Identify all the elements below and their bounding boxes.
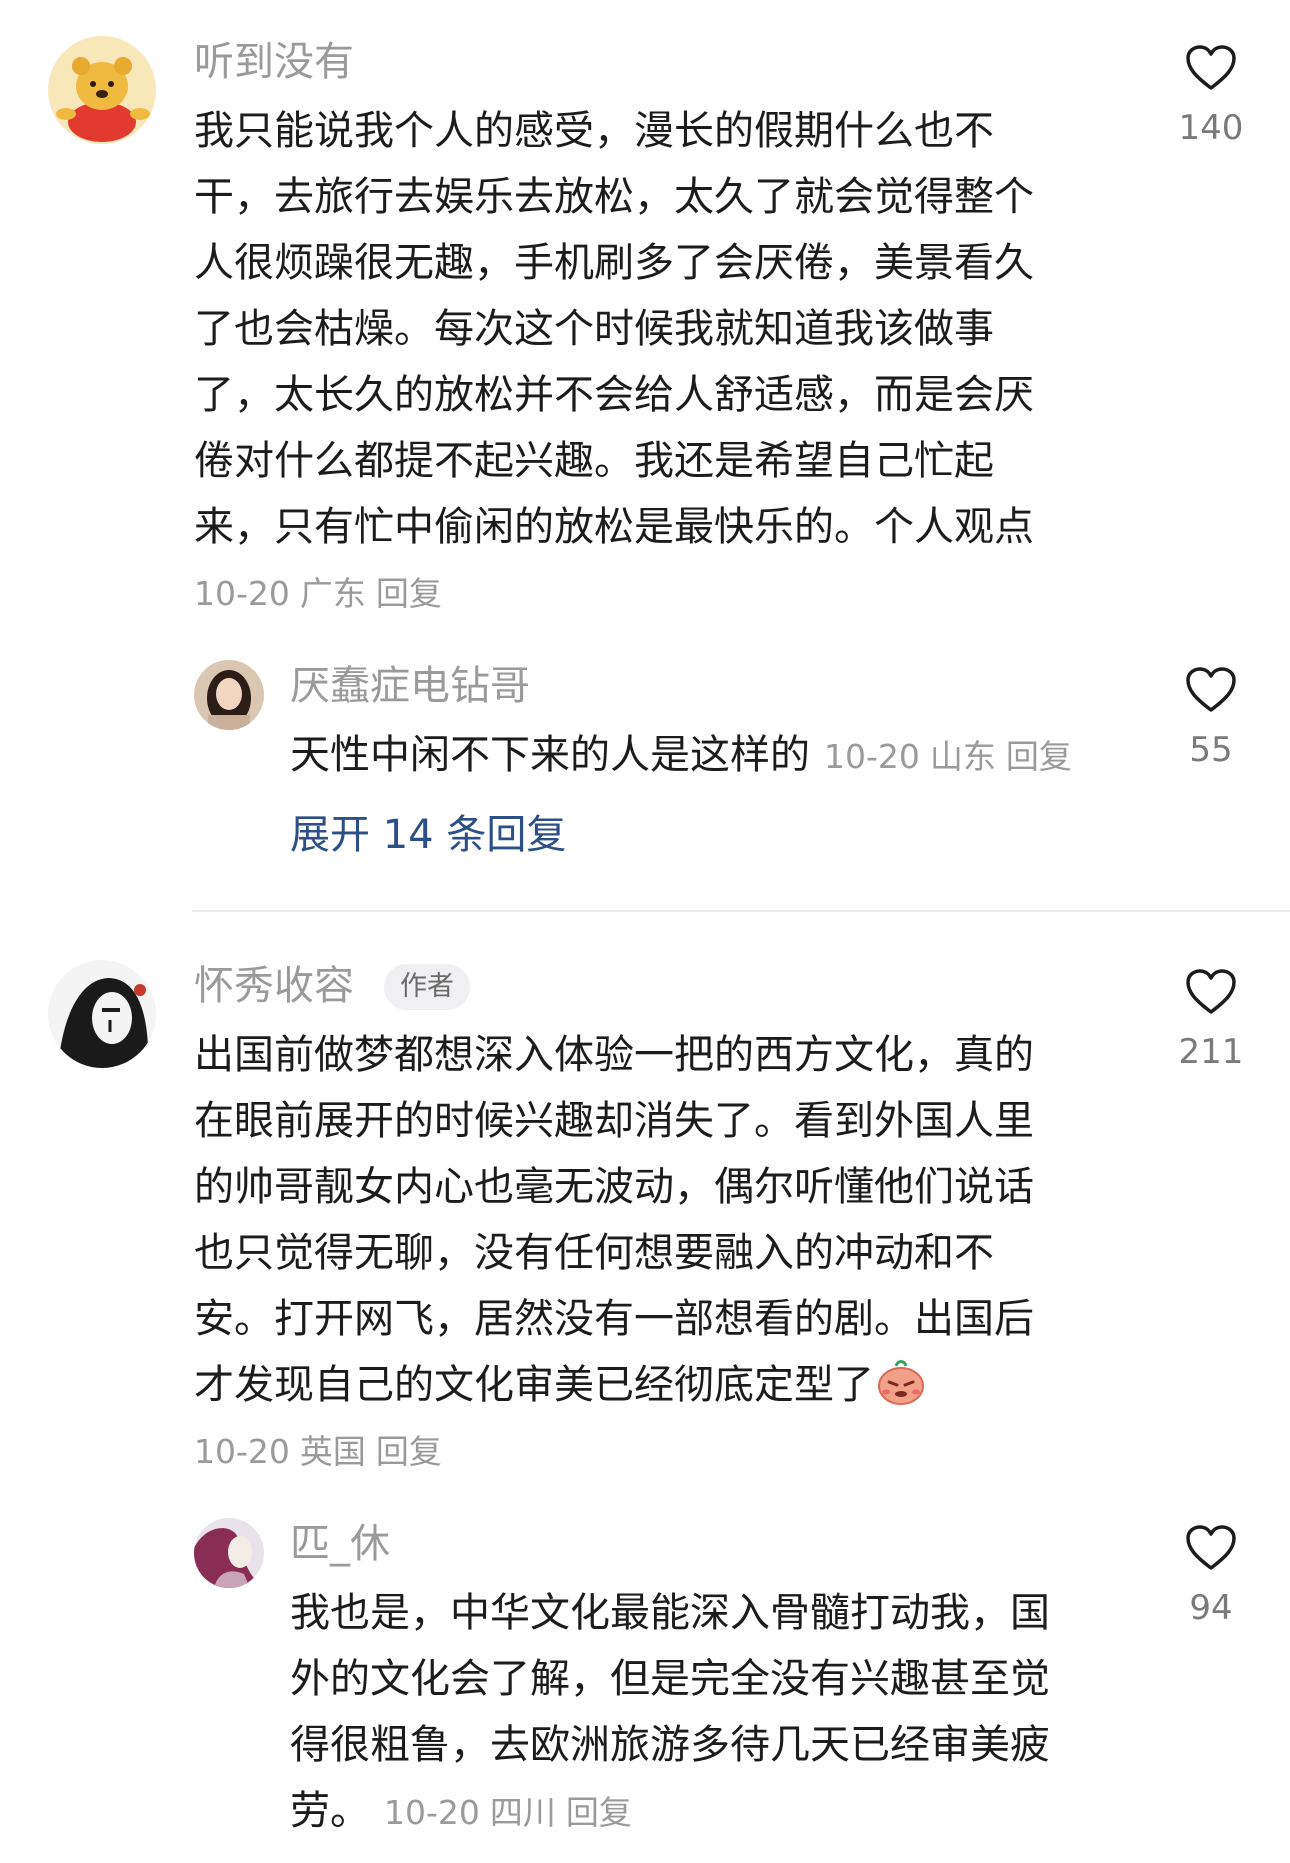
comment-text-line: 才发现自己的文化审美已经彻底定型了 bbox=[194, 1352, 1094, 1418]
comment-location: 广东 bbox=[299, 574, 366, 613]
comment-text-line: 出国前做梦都想深入体验一把的西方文化，真的 bbox=[194, 1032, 1034, 1078]
comment-username[interactable]: 怀秀收容 bbox=[194, 962, 354, 1010]
illustration-avatar bbox=[194, 1518, 264, 1588]
like-button[interactable]: 94 bbox=[1156, 1524, 1266, 1628]
like-count: 94 bbox=[1189, 1588, 1233, 1628]
reply-meta: 10-20 四川 回复 bbox=[384, 1793, 642, 1832]
reply-text: 天性中闲不下来的人是这样的 bbox=[290, 732, 810, 778]
comment-location: 英国 bbox=[299, 1432, 366, 1471]
avatar[interactable] bbox=[194, 1518, 264, 1588]
reply-text-line: 劳。 10-20 四川 回复 bbox=[290, 1778, 1150, 1846]
comment-text-line: 也只觉得无聊，没有任何想要融入的冲动和不 bbox=[194, 1230, 994, 1276]
comment-text-line: 在眼前展开的时候兴趣却消失了。看到外国人里 bbox=[194, 1098, 1034, 1144]
shy-face-emoji-icon bbox=[878, 1360, 924, 1405]
comment-meta: 10-20 广东 回复 bbox=[194, 572, 452, 616]
like-button[interactable]: 211 bbox=[1156, 968, 1266, 1072]
avatar[interactable] bbox=[48, 36, 156, 144]
author-badge: 作者 bbox=[384, 964, 470, 1010]
reply-date: 10-20 bbox=[824, 737, 920, 776]
like-button[interactable]: 55 bbox=[1156, 666, 1266, 770]
avatar[interactable] bbox=[194, 660, 264, 730]
comment-meta: 10-20 英国 回复 bbox=[194, 1430, 452, 1474]
comment-text-line: 安。打开网飞，居然没有一部想看的剧。出国后 bbox=[194, 1296, 1034, 1342]
reply-text-line: 得很粗鲁，去欧洲旅游多待几天已经审美疲 bbox=[290, 1722, 1050, 1768]
reply-button[interactable]: 回复 bbox=[566, 1793, 632, 1832]
winnie-the-pooh-avatar bbox=[48, 36, 156, 144]
reply-button[interactable]: 回复 bbox=[376, 1432, 442, 1471]
like-count: 211 bbox=[1178, 1032, 1244, 1072]
reply-text-line: 外的文化会了解，但是完全没有兴趣甚至觉 bbox=[290, 1656, 1050, 1702]
heart-icon bbox=[1186, 45, 1236, 90]
like-count: 55 bbox=[1189, 730, 1233, 770]
comment-text-line: 我只能说我个人的感受，漫长的假期什么也不 bbox=[194, 108, 994, 154]
expand-replies-link[interactable]: 展开 14 条回复 bbox=[290, 810, 566, 860]
heart-icon bbox=[1186, 667, 1236, 712]
comment-date: 10-20 bbox=[194, 1432, 290, 1471]
comment-text-line: 倦对什么都提不起兴趣。我还是希望自己忙起 bbox=[194, 438, 994, 484]
reply-button[interactable]: 回复 bbox=[1006, 737, 1072, 776]
comment-body: 我只能说我个人的感受，漫长的假期什么也不 干，去旅行去娱乐去放松，太久了就会觉得… bbox=[194, 98, 1094, 560]
comment-text-line: 干，去旅行去娱乐去放松，太久了就会觉得整个 bbox=[194, 174, 1034, 220]
sketch-portrait-avatar bbox=[48, 960, 156, 1068]
reply-meta: 10-20 山东 回复 bbox=[824, 737, 1082, 776]
comment-username[interactable]: 听到没有 bbox=[194, 38, 354, 86]
like-count: 140 bbox=[1178, 108, 1244, 148]
reply-username[interactable]: 匹_休 bbox=[290, 1520, 390, 1568]
reply-text-line: 我也是，中华文化最能深入骨髓打动我，国 bbox=[290, 1590, 1050, 1636]
divider bbox=[192, 910, 1290, 912]
reply-date: 10-20 bbox=[384, 1793, 480, 1832]
girl-photo-avatar bbox=[194, 660, 264, 730]
reply-body: 天性中闲不下来的人是这样的 10-20 山东 回复 bbox=[290, 722, 1150, 790]
comment-text-line: 了，太长久的放松并不会给人舒适感，而是会厌 bbox=[194, 372, 1034, 418]
comment-text-line: 的帅哥靓女内心也毫无波动，偶尔听懂他们说话 bbox=[194, 1164, 1034, 1210]
reply-text-fragment: 劳。 bbox=[290, 1788, 370, 1834]
heart-icon bbox=[1186, 969, 1236, 1014]
comment-text-line: 人很烦躁很无趣，手机刷多了会厌倦，美景看久 bbox=[194, 240, 1034, 286]
reply-username[interactable]: 厌蠢症电钻哥 bbox=[290, 662, 530, 710]
like-button[interactable]: 140 bbox=[1156, 44, 1266, 148]
reply-location: 四川 bbox=[489, 1793, 556, 1832]
comment-text-fragment: 才发现自己的文化审美已经彻底定型了 bbox=[194, 1362, 874, 1408]
reply-body: 我也是，中华文化最能深入骨髓打动我，国 外的文化会了解，但是完全没有兴趣甚至觉 … bbox=[290, 1580, 1150, 1846]
reply-button[interactable]: 回复 bbox=[376, 574, 442, 613]
comment-text-line: 来，只有忙中偷闲的放松是最快乐的。个人观点 bbox=[194, 504, 1034, 550]
comment-body: 出国前做梦都想深入体验一把的西方文化，真的 在眼前展开的时候兴趣却消失了。看到外… bbox=[194, 1022, 1094, 1418]
reply-location: 山东 bbox=[929, 737, 996, 776]
avatar[interactable] bbox=[48, 960, 156, 1068]
comment-text-line: 了也会枯燥。每次这个时候我就知道我该做事 bbox=[194, 306, 994, 352]
heart-icon bbox=[1186, 1525, 1236, 1570]
comment-date: 10-20 bbox=[194, 574, 290, 613]
